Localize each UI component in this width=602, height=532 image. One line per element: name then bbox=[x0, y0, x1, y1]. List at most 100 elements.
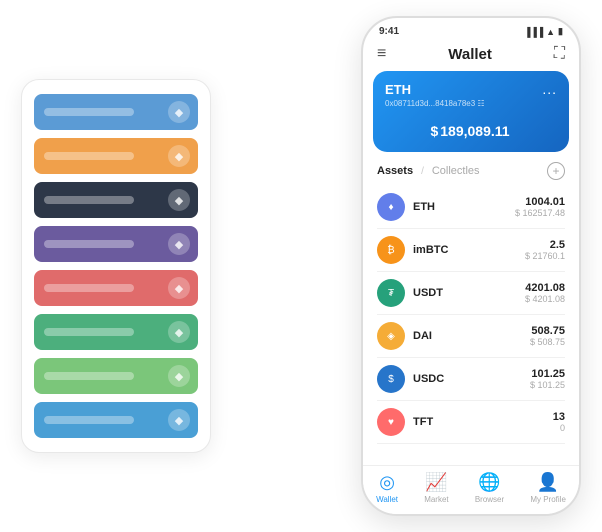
list-item[interactable]: ◆ bbox=[34, 226, 198, 262]
list-item[interactable]: ◆ bbox=[34, 358, 198, 394]
asset-item-usdt[interactable]: ₮ USDT 4201.08 $ 4201.08 bbox=[377, 272, 565, 315]
imbtc-amount: 2.5 bbox=[525, 239, 565, 251]
card-label bbox=[44, 328, 134, 336]
card-icon: ◆ bbox=[168, 101, 190, 123]
tab-collectibles[interactable]: Collectles bbox=[432, 165, 480, 177]
phone-frame: 9:41 ▐▐▐ ▲ ▮ ≡ Wallet ⛶ ETH ... 0x08711d… bbox=[361, 16, 581, 516]
asset-balance-tft: 13 0 bbox=[553, 411, 565, 433]
scan-icon[interactable]: ⛶ bbox=[554, 45, 565, 63]
asset-balance-dai: 508.75 $ 508.75 bbox=[530, 325, 565, 347]
card-icon: ◆ bbox=[168, 189, 190, 211]
eth-address: 0x08711d3d...8418a78e3 ☷ bbox=[385, 99, 557, 108]
tft-amount: 13 bbox=[553, 411, 565, 423]
imbtc-coin-icon: ₿ bbox=[377, 236, 405, 264]
card-label bbox=[44, 284, 134, 292]
asset-item-usdc[interactable]: $ USDC 101.25 $ 101.25 bbox=[377, 358, 565, 401]
card-icon: ◆ bbox=[168, 277, 190, 299]
nav-browser[interactable]: 🌐 Browser bbox=[475, 472, 504, 504]
dai-usd: $ 508.75 bbox=[530, 337, 565, 347]
list-item[interactable]: ◆ bbox=[34, 138, 198, 174]
wallet-card-list: ◆ ◆ ◆ ◆ ◆ ◆ ◆ ◆ bbox=[21, 79, 211, 453]
tab-divider: / bbox=[421, 166, 424, 177]
profile-nav-label: My Profile bbox=[530, 495, 566, 504]
list-item[interactable]: ◆ bbox=[34, 94, 198, 130]
usdc-amount: 101.25 bbox=[530, 368, 565, 380]
tft-usd: 0 bbox=[553, 423, 565, 433]
signal-icon: ▐▐▐ bbox=[524, 27, 543, 37]
balance-amount: 189,089.11 bbox=[440, 123, 509, 139]
card-icon: ◆ bbox=[168, 233, 190, 255]
market-nav-icon: 📈 bbox=[425, 472, 447, 493]
card-icon: ◆ bbox=[168, 365, 190, 387]
asset-item-imbtc[interactable]: ₿ imBTC 2.5 $ 21760.1 bbox=[377, 229, 565, 272]
add-asset-button[interactable]: + bbox=[547, 162, 565, 180]
asset-item-dai[interactable]: ◈ DAI 508.75 $ 508.75 bbox=[377, 315, 565, 358]
card-label bbox=[44, 372, 134, 380]
list-item[interactable]: ◆ bbox=[34, 314, 198, 350]
asset-name-tft: TFT bbox=[413, 416, 553, 428]
wallet-nav-icon: ◎ bbox=[379, 472, 395, 493]
card-label bbox=[44, 108, 134, 116]
card-label bbox=[44, 196, 134, 204]
asset-balance-eth: 1004.01 $ 162517.48 bbox=[515, 196, 565, 218]
asset-item-eth[interactable]: ♦ ETH 1004.01 $ 162517.48 bbox=[377, 186, 565, 229]
assets-header: Assets / Collectles + bbox=[363, 152, 579, 186]
battery-icon: ▮ bbox=[558, 26, 563, 37]
scene: ◆ ◆ ◆ ◆ ◆ ◆ ◆ ◆ bbox=[21, 16, 581, 516]
profile-nav-icon: 👤 bbox=[537, 472, 559, 493]
usdt-amount: 4201.08 bbox=[525, 282, 565, 294]
asset-item-tft[interactable]: ♥ TFT 13 0 bbox=[377, 401, 565, 444]
imbtc-usd: $ 21760.1 bbox=[525, 251, 565, 261]
status-icons: ▐▐▐ ▲ ▮ bbox=[524, 26, 563, 37]
card-icon: ◆ bbox=[168, 409, 190, 431]
dai-coin-icon: ◈ bbox=[377, 322, 405, 350]
card-icon: ◆ bbox=[168, 321, 190, 343]
asset-list: ♦ ETH 1004.01 $ 162517.48 ₿ imBTC 2.5 $ … bbox=[363, 186, 579, 465]
usdc-coin-icon: $ bbox=[377, 365, 405, 393]
asset-name-imbtc: imBTC bbox=[413, 244, 525, 256]
browser-nav-label: Browser bbox=[475, 495, 504, 504]
usdt-coin-icon: ₮ bbox=[377, 279, 405, 307]
asset-name-usdc: USDC bbox=[413, 373, 530, 385]
list-item[interactable]: ◆ bbox=[34, 270, 198, 306]
app-header: ≡ Wallet ⛶ bbox=[363, 41, 579, 71]
usdt-usd: $ 4201.08 bbox=[525, 294, 565, 304]
card-icon: ◆ bbox=[168, 145, 190, 167]
eth-card-title: ETH bbox=[385, 82, 411, 97]
wallet-nav-label: Wallet bbox=[376, 495, 398, 504]
asset-balance-usdc: 101.25 $ 101.25 bbox=[530, 368, 565, 390]
asset-balance-imbtc: 2.5 $ 21760.1 bbox=[525, 239, 565, 261]
asset-name-eth: ETH bbox=[413, 201, 515, 213]
status-time: 9:41 bbox=[379, 26, 399, 37]
eth-coin-icon: ♦ bbox=[377, 193, 405, 221]
status-bar: 9:41 ▐▐▐ ▲ ▮ bbox=[363, 18, 579, 41]
eth-wallet-card[interactable]: ETH ... 0x08711d3d...8418a78e3 ☷ $189,08… bbox=[373, 71, 569, 152]
asset-balance-usdt: 4201.08 $ 4201.08 bbox=[525, 282, 565, 304]
asset-name-usdt: USDT bbox=[413, 287, 525, 299]
eth-usd: $ 162517.48 bbox=[515, 208, 565, 218]
bottom-nav: ◎ Wallet 📈 Market 🌐 Browser 👤 My Profile bbox=[363, 465, 579, 514]
eth-amount: 1004.01 bbox=[515, 196, 565, 208]
tab-assets[interactable]: Assets bbox=[377, 165, 413, 177]
list-item[interactable]: ◆ bbox=[34, 182, 198, 218]
eth-card-more-button[interactable]: ... bbox=[542, 81, 557, 97]
currency-symbol: $ bbox=[430, 123, 438, 139]
tft-coin-icon: ♥ bbox=[377, 408, 405, 436]
menu-icon[interactable]: ≡ bbox=[377, 46, 386, 62]
eth-card-header: ETH ... bbox=[385, 81, 557, 97]
asset-name-dai: DAI bbox=[413, 330, 530, 342]
card-label bbox=[44, 152, 134, 160]
market-nav-label: Market bbox=[424, 495, 448, 504]
list-item[interactable]: ◆ bbox=[34, 402, 198, 438]
dai-amount: 508.75 bbox=[530, 325, 565, 337]
eth-balance: $189,089.11 bbox=[385, 116, 557, 142]
card-label bbox=[44, 416, 134, 424]
card-label bbox=[44, 240, 134, 248]
page-title: Wallet bbox=[448, 46, 492, 63]
nav-market[interactable]: 📈 Market bbox=[424, 472, 448, 504]
nav-profile[interactable]: 👤 My Profile bbox=[530, 472, 566, 504]
browser-nav-icon: 🌐 bbox=[478, 472, 500, 493]
usdc-usd: $ 101.25 bbox=[530, 380, 565, 390]
nav-wallet[interactable]: ◎ Wallet bbox=[376, 472, 398, 504]
wifi-icon: ▲ bbox=[546, 27, 555, 37]
